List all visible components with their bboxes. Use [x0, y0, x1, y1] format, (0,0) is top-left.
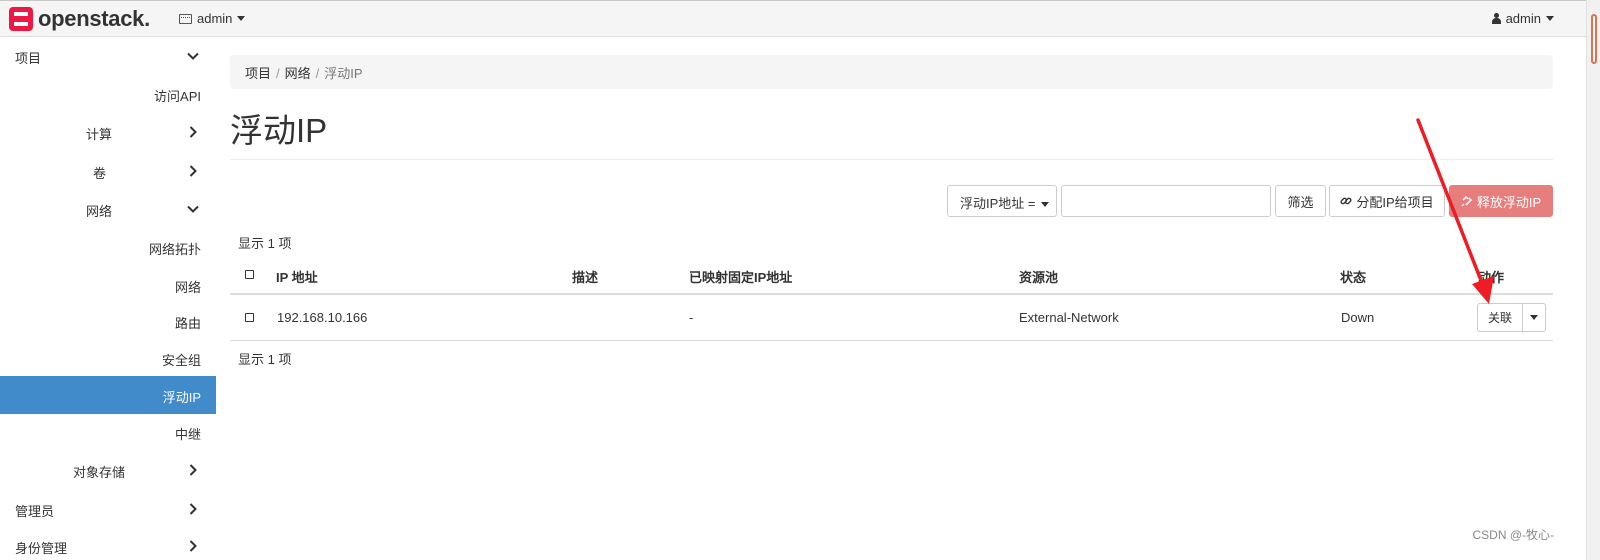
- sidebar-item-floating-ip[interactable]: 浮动IP: [0, 376, 216, 414]
- title-divider: [230, 159, 1553, 160]
- sidebar-item-label: 身份管理: [15, 541, 68, 556]
- column-header-description[interactable]: 描述: [572, 267, 598, 286]
- filter-field-select[interactable]: 浮动IP地址 =: [947, 185, 1057, 217]
- cell-ip-address[interactable]: 192.168.10.166: [277, 310, 367, 325]
- scrollbar-thumb[interactable]: [1591, 14, 1597, 64]
- sidebar-item-label: 卷: [93, 166, 107, 181]
- release-floating-ip-button-label: 释放浮动IP: [1476, 194, 1542, 210]
- breadcrumb-separator: /: [315, 66, 320, 81]
- chevron-right-icon: [187, 165, 199, 177]
- column-header-ip-address[interactable]: IP 地址: [276, 267, 318, 286]
- column-header-status[interactable]: 状态: [1340, 267, 1366, 286]
- sidebar-item-label: 对象存储: [73, 465, 126, 480]
- allocate-ip-button[interactable]: 分配IP给项目: [1329, 185, 1445, 217]
- filter-button-label: 筛选: [1287, 194, 1314, 210]
- sidebar-item-label: 管理员: [15, 504, 55, 519]
- item-count-footer: 显示 1 项: [238, 352, 292, 367]
- sidebar-item-label: 项目: [15, 51, 42, 66]
- sidebar-item-trunks[interactable]: 中继: [0, 413, 216, 451]
- brand-text: openstack.: [38, 6, 150, 31]
- chevron-right-icon: [187, 503, 199, 515]
- sidebar: 项目 访问API 计算 卷 网络 网络拓扑 网络 路由 安全组 浮动IP 中继 …: [0, 37, 216, 560]
- chevron-right-icon: [187, 126, 199, 138]
- top-navbar: openstack. admin admin: [0, 0, 1600, 37]
- filter-button[interactable]: 筛选: [1275, 185, 1326, 217]
- sidebar-item-label: 中继: [174, 427, 201, 442]
- keyboard-icon: [179, 13, 192, 24]
- associate-button-label: 关联: [1487, 311, 1512, 325]
- sidebar-item-label: 网络拓扑: [148, 242, 201, 257]
- table-row-divider: [230, 340, 1553, 341]
- release-floating-ip-button[interactable]: 释放浮动IP: [1449, 185, 1553, 217]
- caret-down-icon: [237, 16, 246, 21]
- sidebar-item-label: 路由: [174, 316, 201, 331]
- cell-fixed-ip: -: [689, 310, 694, 325]
- allocate-ip-button-label: 分配IP给项目: [1356, 194, 1434, 210]
- sidebar-item-volumes[interactable]: 卷: [0, 152, 216, 190]
- user-menu-label: admin: [1505, 11, 1541, 26]
- sidebar-item-label: 计算: [86, 127, 113, 142]
- caret-down-icon: [1546, 16, 1554, 21]
- sidebar-item-project[interactable]: 项目: [0, 37, 216, 75]
- sidebar-item-label: 安全组: [161, 353, 201, 368]
- sidebar-item-label: 网络: [174, 280, 201, 295]
- vertical-scrollbar[interactable]: [1586, 0, 1600, 560]
- caret-down-icon: [1040, 202, 1049, 208]
- sidebar-item-networks[interactable]: 网络: [0, 266, 216, 304]
- sidebar-item-security-groups[interactable]: 安全组: [0, 339, 216, 377]
- item-count: 显示 1 项: [238, 236, 292, 251]
- chevron-down-icon: [187, 203, 199, 215]
- sidebar-item-admin[interactable]: 管理员: [0, 490, 216, 528]
- column-header-fixed-ip[interactable]: 已映射固定IP地址: [689, 267, 792, 286]
- table-header-divider: [230, 293, 1553, 295]
- sidebar-item-network-topology[interactable]: 网络拓扑: [0, 228, 216, 266]
- sidebar-item-object-store[interactable]: 对象存储: [0, 451, 216, 489]
- sidebar-item-routers[interactable]: 路由: [0, 302, 216, 340]
- sidebar-item-network[interactable]: 网络: [0, 190, 216, 228]
- link-icon: [1340, 197, 1352, 205]
- chevron-down-icon: [187, 50, 199, 62]
- project-switcher-label: admin: [197, 11, 233, 26]
- row-checkbox[interactable]: [245, 313, 254, 322]
- page-title: 浮动IP: [230, 112, 328, 149]
- breadcrumb-current: 浮动IP: [324, 66, 363, 81]
- sidebar-item-label: 网络: [86, 204, 113, 219]
- select-all-checkbox[interactable]: [245, 270, 254, 279]
- cell-pool: External-Network: [1019, 310, 1119, 325]
- row-actions-dropdown[interactable]: [1522, 303, 1546, 332]
- breadcrumb: 项目 / 网络 / 浮动IP: [230, 55, 1553, 89]
- sidebar-item-label: 浮动IP: [162, 390, 201, 405]
- user-menu[interactable]: admin: [1491, 11, 1554, 26]
- breadcrumb-item[interactable]: 网络: [285, 66, 311, 81]
- sidebar-item-label: 访问API: [154, 89, 201, 104]
- sidebar-item-access-api[interactable]: 访问API: [0, 75, 216, 113]
- unlink-icon: [1461, 195, 1472, 207]
- column-header-pool[interactable]: 资源池: [1019, 267, 1058, 286]
- caret-down-icon: [1530, 315, 1538, 320]
- openstack-logo-icon: [9, 7, 33, 31]
- openstack-logo[interactable]: openstack.: [8, 6, 150, 32]
- sidebar-item-compute[interactable]: 计算: [0, 113, 216, 151]
- user-icon: [1491, 13, 1501, 24]
- cell-status: Down: [1341, 310, 1375, 325]
- watermark: CSDN @-牧心-: [1472, 528, 1554, 542]
- breadcrumb-item[interactable]: 项目: [245, 66, 271, 81]
- associate-button[interactable]: 关联: [1477, 303, 1523, 332]
- column-header-actions: 动作: [1478, 270, 1505, 285]
- project-switcher[interactable]: admin: [179, 11, 246, 26]
- chevron-right-icon: [187, 464, 199, 476]
- filter-field-label: 浮动IP地址 =: [960, 196, 1036, 211]
- breadcrumb-separator: /: [276, 66, 280, 81]
- chevron-right-icon: [187, 540, 199, 552]
- sidebar-item-identity[interactable]: 身份管理: [0, 527, 216, 560]
- filter-input[interactable]: [1061, 185, 1271, 217]
